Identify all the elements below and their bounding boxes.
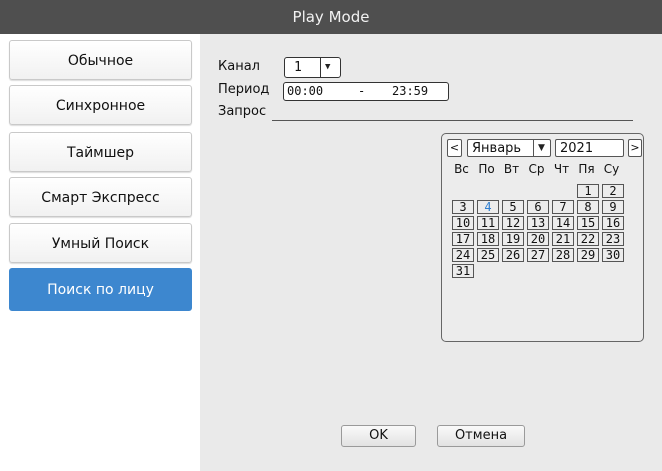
calendar-day[interactable]: 9 [602, 200, 624, 214]
calendar-day[interactable]: 21 [552, 232, 574, 246]
channel-label: Канал [218, 59, 260, 74]
window-title: Play Mode [0, 0, 662, 34]
ok-button[interactable]: OK [341, 425, 416, 447]
weekday-header: Чт [553, 162, 570, 176]
calendar-day[interactable]: 10 [452, 216, 474, 230]
prev-month-button[interactable]: < [447, 139, 462, 157]
calendar-day[interactable]: 19 [502, 232, 524, 246]
year-value: 2021 [560, 141, 594, 156]
calendar-day[interactable]: 18 [477, 232, 499, 246]
calendar-day[interactable]: 25 [477, 248, 499, 262]
chevron-down-icon: ▼ [538, 143, 545, 153]
main-panel: Канал 1 ▼ Период 00:00 - 23:59 Запрос < … [200, 34, 662, 471]
calendar-day[interactable]: 22 [577, 232, 599, 246]
calendar-day[interactable]: 26 [502, 248, 524, 262]
next-month-button[interactable]: > [628, 139, 642, 157]
calendar-day[interactable]: 6 [527, 200, 549, 214]
mode-face-search-button[interactable]: Поиск по лицу [9, 268, 192, 311]
channel-select[interactable]: 1 ▼ [284, 57, 341, 78]
weekday-header: Ср [528, 162, 545, 176]
calendar-day[interactable]: 16 [602, 216, 624, 230]
calendar-day[interactable]: 2 [602, 184, 624, 198]
mode-smart-search-button[interactable]: Умный Поиск [9, 223, 192, 263]
calendar-day[interactable]: 4 [477, 200, 499, 214]
calendar-day[interactable]: 3 [452, 200, 474, 214]
period-start: 00:00 [287, 84, 324, 98]
calendar-day[interactable]: 8 [577, 200, 599, 214]
weekday-header: По [478, 162, 495, 176]
calendar-day[interactable]: 31 [452, 264, 474, 278]
mode-sidebar: Обычное Синхронное Таймшер Смарт Экспрес… [0, 34, 200, 471]
calendar-day[interactable]: 24 [452, 248, 474, 262]
period-end: 23:59 [392, 84, 429, 98]
calendar-day[interactable]: 14 [552, 216, 574, 230]
mode-sync-button[interactable]: Синхронное [9, 85, 192, 125]
calendar-day[interactable]: 5 [502, 200, 524, 214]
calendar-day[interactable]: 17 [452, 232, 474, 246]
calendar-day[interactable]: 1 [577, 184, 599, 198]
mode-normal-button[interactable]: Обычное [9, 40, 192, 80]
weekday-header: Су [603, 162, 620, 176]
calendar-day[interactable]: 20 [527, 232, 549, 246]
calendar-day[interactable]: 23 [602, 232, 624, 246]
mode-smart-express-button[interactable]: Смарт Экспресс [9, 177, 192, 217]
year-field[interactable]: 2021 [555, 139, 624, 157]
calendar-day[interactable]: 15 [577, 216, 599, 230]
month-value: Январь [472, 141, 522, 156]
calendar-day[interactable]: 30 [602, 248, 624, 262]
weekday-header: Вт [503, 162, 520, 176]
mode-timeshare-button[interactable]: Таймшер [9, 132, 192, 172]
chevron-down-icon: ▼ [325, 62, 331, 72]
calendar-day[interactable]: 27 [527, 248, 549, 262]
period-field[interactable]: 00:00 - 23:59 [283, 82, 449, 101]
month-select[interactable]: Январь ▼ [467, 139, 551, 157]
channel-value: 1 [294, 60, 302, 75]
calendar-day[interactable]: 13 [527, 216, 549, 230]
query-label: Запрос [218, 104, 267, 119]
weekday-header: Вс [454, 162, 469, 176]
weekday-header: Пя [578, 162, 595, 176]
period-label: Период [218, 82, 270, 97]
calendar-day[interactable]: 12 [502, 216, 524, 230]
cancel-button[interactable]: Отмена [437, 425, 525, 447]
period-separator: - [358, 84, 366, 98]
calendar-day[interactable]: 28 [552, 248, 574, 262]
calendar-day[interactable]: 29 [577, 248, 599, 262]
calendar-day[interactable]: 7 [552, 200, 574, 214]
calendar-day[interactable]: 11 [477, 216, 499, 230]
query-underline [272, 120, 633, 121]
calendar: < Январь ▼ 2021 > Вс По Вт Ср Чт Пя Су 1234567… [441, 133, 644, 342]
